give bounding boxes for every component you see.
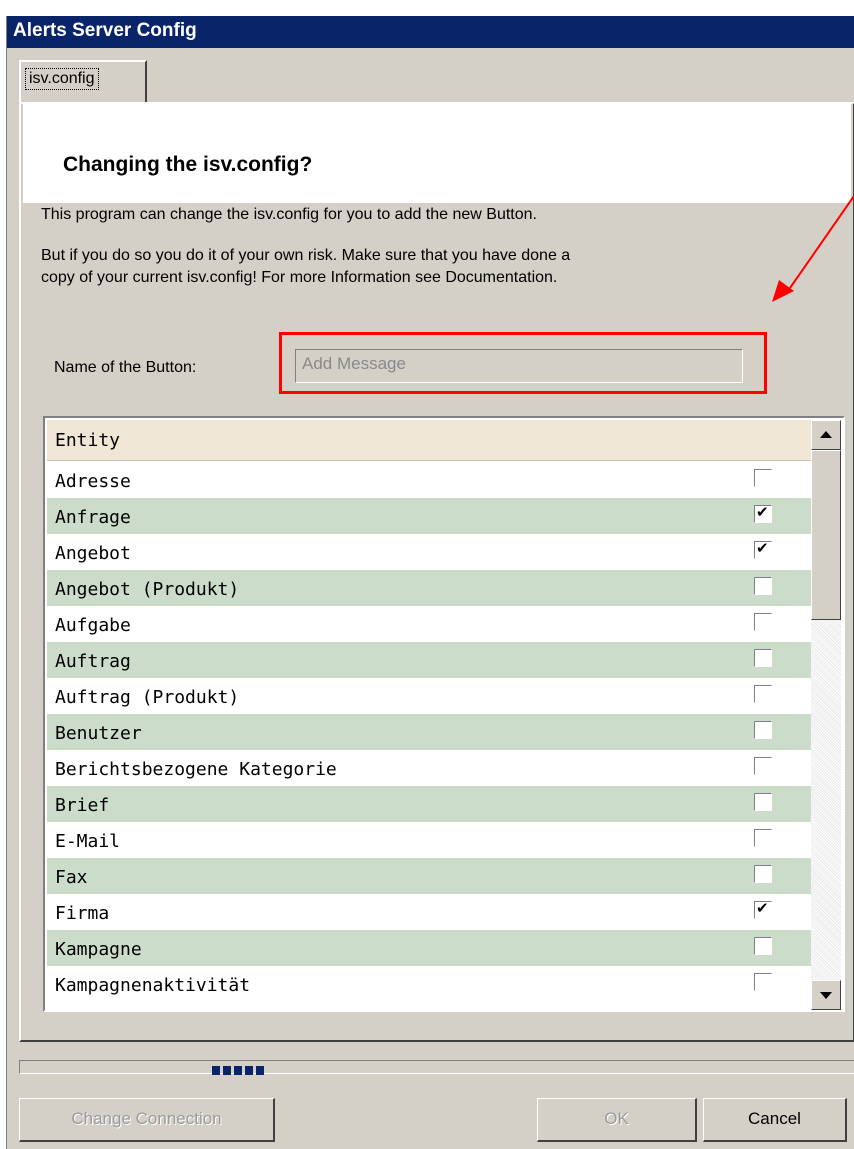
annotation-arrow	[772, 195, 854, 302]
